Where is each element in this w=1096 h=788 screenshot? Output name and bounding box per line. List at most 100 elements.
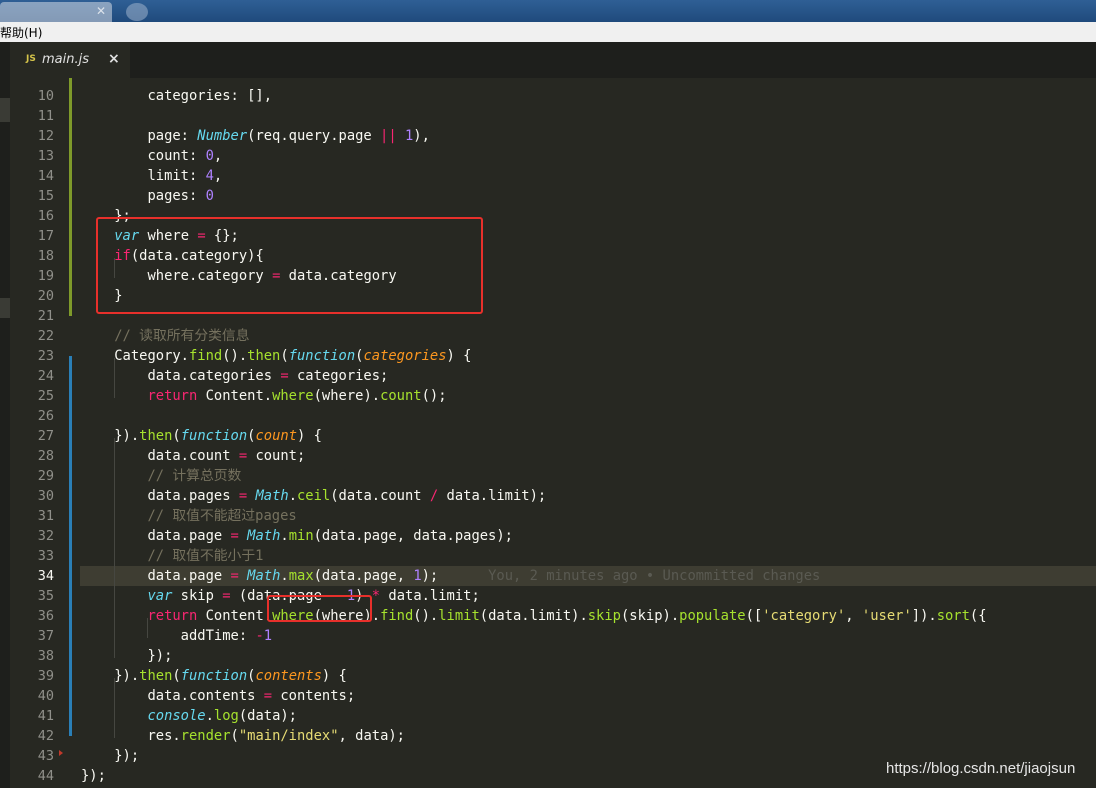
code-token: limit xyxy=(438,608,480,624)
line-number: 43 xyxy=(37,748,54,764)
code-token: , xyxy=(845,608,862,624)
code-token: populate xyxy=(679,608,746,624)
menu-help[interactable]: 帮助(H) xyxy=(0,24,42,41)
line-number: 31 xyxy=(37,508,54,524)
code-line[interactable]: }); xyxy=(81,746,139,766)
code-line[interactable]: }).then(function(contents) { xyxy=(81,666,347,686)
line-number: 37 xyxy=(37,628,54,644)
code-line[interactable]: res.render("main/index", data); xyxy=(81,726,405,746)
new-tab-button[interactable] xyxy=(126,3,148,21)
js-file-icon: JS xyxy=(26,54,36,64)
code-line[interactable]: data.pages = Math.ceil(data.count / data… xyxy=(81,486,546,506)
code-line[interactable]: return Content.where(where).find().limit… xyxy=(81,606,986,626)
code-token: ) { xyxy=(297,428,322,444)
line-number: 34 xyxy=(37,568,54,584)
code-line[interactable]: data.page = Math.max(data.page, 1); You,… xyxy=(81,566,820,586)
code-token: skip xyxy=(172,588,223,604)
line-number: 14 xyxy=(37,168,54,184)
code-token: ) { xyxy=(321,668,347,684)
close-icon[interactable]: × xyxy=(108,51,120,67)
code-token: (data.page, data.pages); xyxy=(313,528,513,544)
code-line[interactable]: page: Number(req.query.page || 1), xyxy=(81,126,430,146)
code-line[interactable]: data.page = Math.min(data.page, data.pag… xyxy=(81,526,513,546)
line-number: 38 xyxy=(37,648,54,664)
code-token: data.limit; xyxy=(380,588,480,604)
code-token: (data.page, xyxy=(313,568,414,584)
code-line[interactable]: count: 0, xyxy=(81,146,222,166)
code-token: = xyxy=(230,568,239,584)
code-token: categories xyxy=(363,348,447,364)
tab-main-js[interactable]: JS main.js × xyxy=(10,42,130,78)
code-token: function xyxy=(180,428,248,444)
menu-bar: 帮助(H) xyxy=(0,22,1096,43)
activity-item[interactable] xyxy=(0,98,10,122)
code-token: pages: xyxy=(81,188,206,204)
code-token: categories; xyxy=(288,368,389,384)
code-line[interactable]: // 取值不能超过pages xyxy=(81,506,297,526)
code-line[interactable]: data.categories = categories; xyxy=(81,366,388,386)
code-token: / xyxy=(429,488,439,504)
code-token: "main/index" xyxy=(238,728,339,744)
code-line[interactable]: data.contents = contents; xyxy=(81,686,355,706)
code-line[interactable]: Category.find().then(function(categories… xyxy=(81,346,471,366)
line-number: 28 xyxy=(37,448,54,464)
line-number: 30 xyxy=(37,488,54,504)
annotation-box-where-call xyxy=(267,595,372,622)
code-token: Category. xyxy=(81,348,189,364)
code-line[interactable]: categories: [], xyxy=(81,86,272,106)
error-marker-icon xyxy=(59,750,63,756)
code-token: ([ xyxy=(745,608,763,624)
code-line[interactable]: limit: 4, xyxy=(81,166,222,186)
code-line[interactable]: return Content.where(where).count(); xyxy=(81,386,446,406)
code-line[interactable]: addTime: -1 xyxy=(81,626,272,646)
line-number: 39 xyxy=(37,668,54,684)
code-token: Math xyxy=(255,488,289,504)
code-line[interactable]: }); xyxy=(81,766,106,786)
code-token: }); xyxy=(81,768,106,784)
code-line[interactable]: // 读取所有分类信息 xyxy=(81,326,249,346)
line-number: 19 xyxy=(37,268,54,284)
code-token: , xyxy=(213,168,223,184)
code-line[interactable]: console.log(data); xyxy=(81,706,297,726)
line-number: 41 xyxy=(37,708,54,724)
code-token: render xyxy=(180,728,231,744)
code-token: * xyxy=(371,588,381,604)
code-token: ( xyxy=(230,728,239,744)
line-number: 27 xyxy=(37,428,54,444)
browser-tab-close-icon[interactable]: ✕ xyxy=(96,4,106,18)
code-token: where xyxy=(272,388,314,404)
code-line[interactable]: // 计算总页数 xyxy=(81,466,241,486)
code-line[interactable]: }); xyxy=(81,646,172,666)
code-token: sort xyxy=(936,608,970,624)
code-line[interactable]: pages: 0 xyxy=(81,186,213,206)
code-token: data.contents xyxy=(81,688,264,704)
code-line[interactable]: // 取值不能小于1 xyxy=(81,546,263,566)
code-token: data.page xyxy=(81,528,231,544)
line-number: 16 xyxy=(37,208,54,224)
line-number: 18 xyxy=(37,248,54,264)
code-token: , xyxy=(213,148,223,164)
code-token: ), xyxy=(413,128,430,144)
code-token: (req.query.page xyxy=(247,128,381,144)
code-token: ( xyxy=(280,348,289,364)
line-number: 21 xyxy=(37,308,54,324)
line-number: 11 xyxy=(37,108,54,124)
code-editor[interactable]: 10 categories: [], 11 12 page: Number(req.… xyxy=(10,78,1096,788)
code-token: addTime: xyxy=(81,628,256,644)
line-number: 36 xyxy=(37,608,54,624)
code-token: data.categories xyxy=(81,368,281,384)
code-token: function xyxy=(180,668,248,684)
code-token: (data.limit). xyxy=(479,608,588,624)
activity-item[interactable] xyxy=(0,298,10,318)
line-number: 29 xyxy=(37,468,54,484)
code-token: (where). xyxy=(313,388,381,404)
code-token: (). xyxy=(222,348,248,364)
code-line[interactable]: data.count = count; xyxy=(81,446,305,466)
code-token: ) { xyxy=(446,348,472,364)
code-line[interactable]: }).then(function(count) { xyxy=(81,426,322,446)
code-token: contents xyxy=(255,668,322,684)
code-token: // 取值不能超过pages xyxy=(81,508,297,524)
